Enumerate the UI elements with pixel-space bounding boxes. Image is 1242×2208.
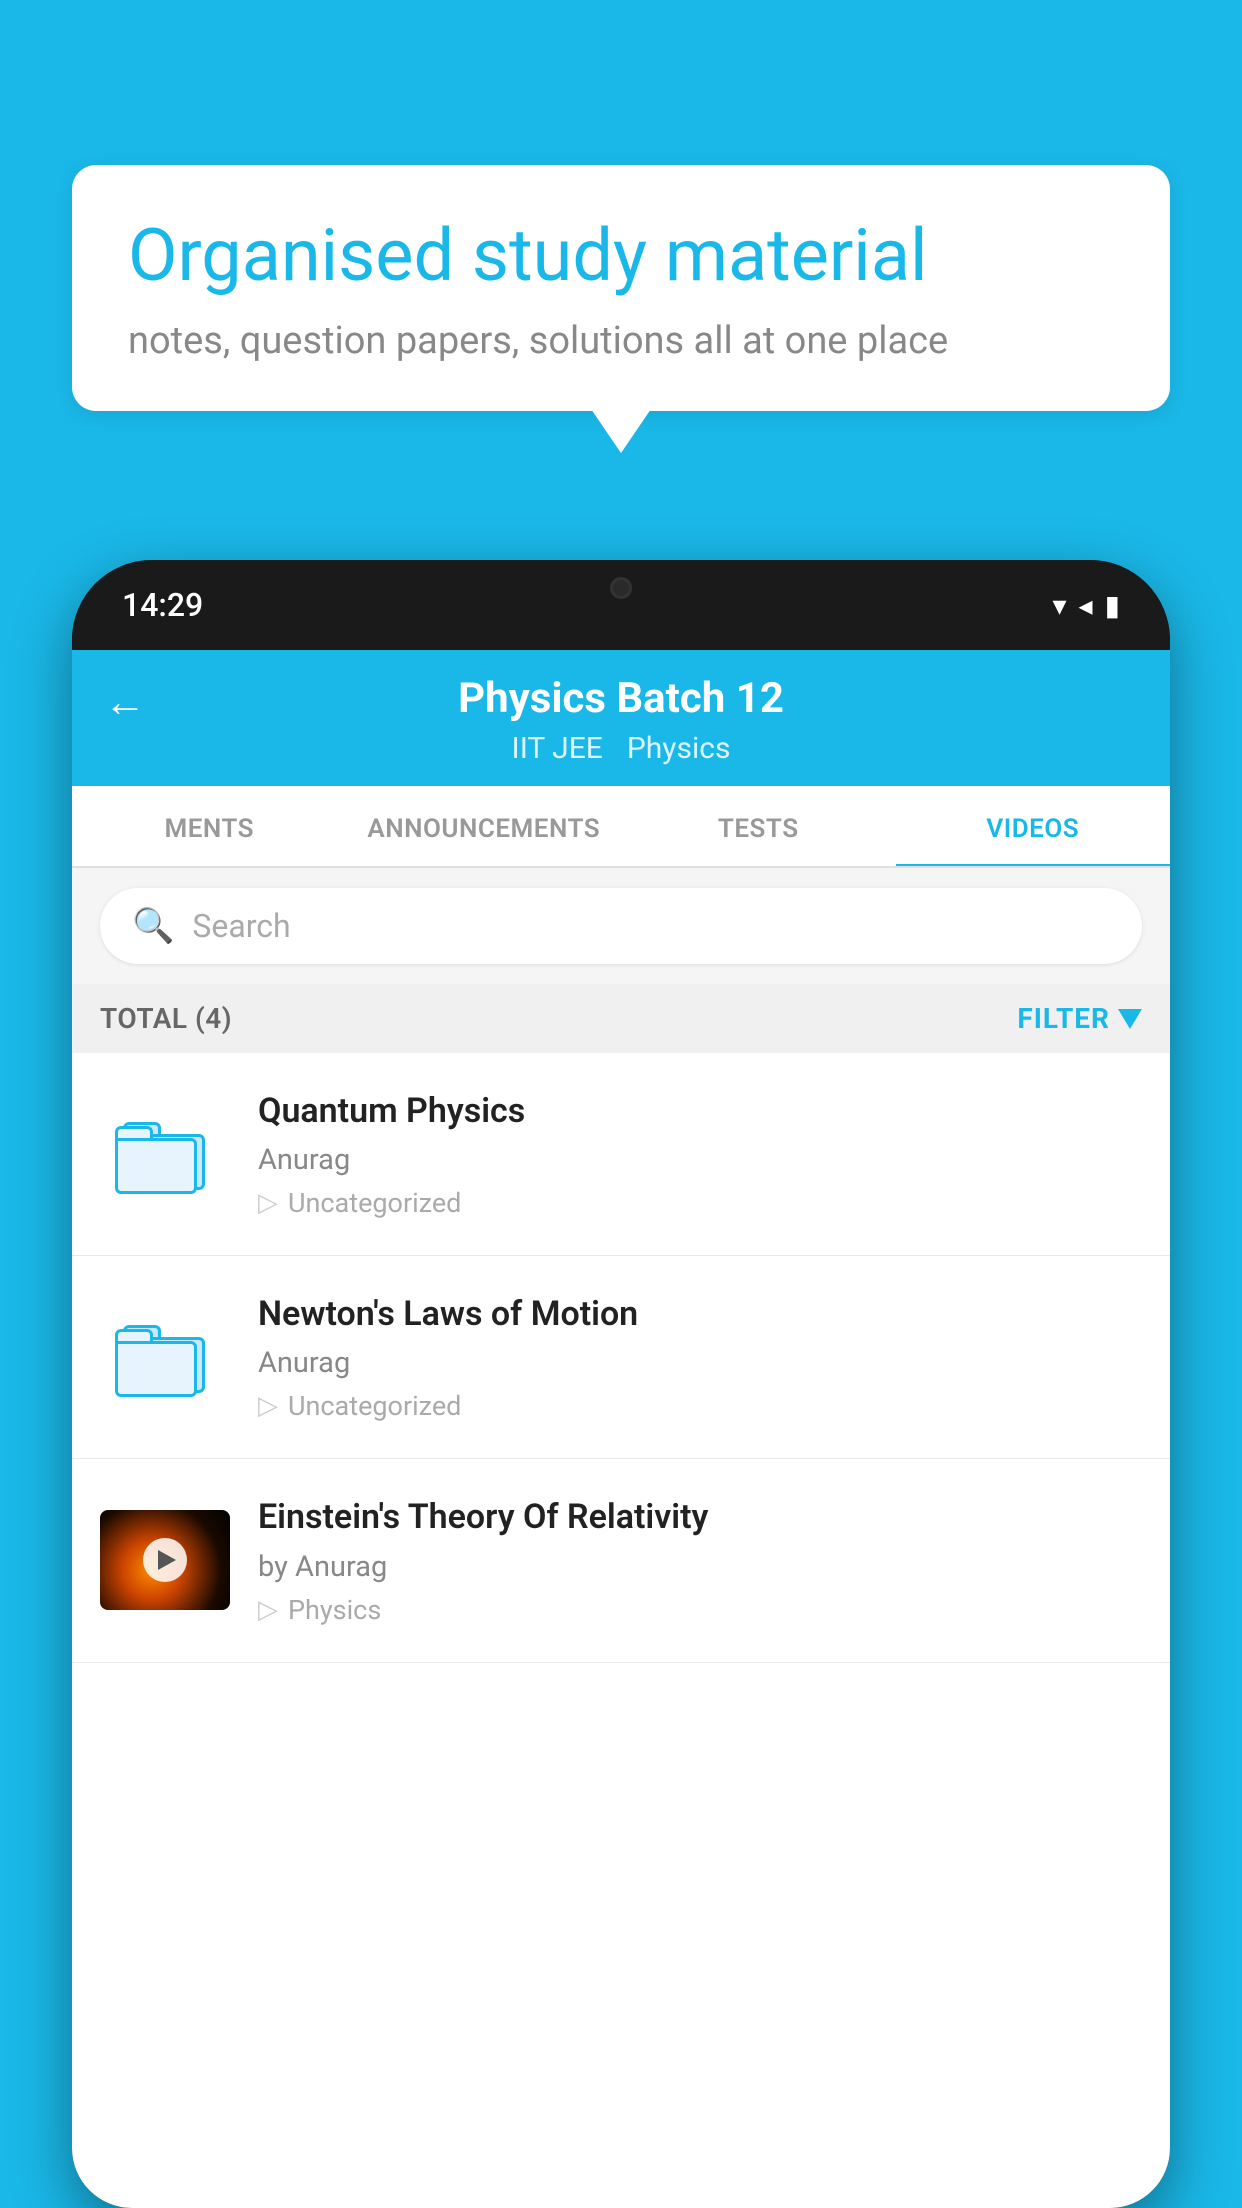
tag-physics: Physics (627, 731, 731, 766)
video-list: Quantum Physics Anurag ▷ Uncategorized (72, 1053, 1170, 1663)
video-category: Uncategorized (288, 1390, 461, 1422)
search-placeholder: Search (192, 907, 290, 945)
signal-icon: ◂ (1079, 589, 1093, 622)
list-item[interactable]: Einstein's Theory Of Relativity by Anura… (72, 1459, 1170, 1662)
video-title: Einstein's Theory Of Relativity (258, 1495, 1142, 1539)
tab-videos[interactable]: VIDEOS (896, 786, 1171, 866)
list-item[interactable]: Quantum Physics Anurag ▷ Uncategorized (72, 1053, 1170, 1256)
video-thumbnail (100, 1510, 230, 1610)
video-tag-row: ▷ Uncategorized (258, 1187, 1142, 1219)
tab-tests[interactable]: TESTS (621, 786, 896, 866)
filter-label: FILTER (1017, 1002, 1110, 1035)
tag-icon: ▷ (258, 1595, 278, 1625)
bubble-title: Organised study material (128, 213, 1114, 299)
search-bar[interactable]: 🔍 Search (100, 888, 1142, 964)
tab-announcements[interactable]: ANNOUNCEMENTS (347, 786, 622, 866)
play-button[interactable] (143, 1538, 187, 1582)
folder-icon-wrapper (100, 1114, 230, 1194)
filter-button[interactable]: FILTER (1017, 1002, 1142, 1035)
phone-camera (610, 577, 632, 599)
folder-icon-wrapper (100, 1317, 230, 1397)
phone-notch (541, 560, 701, 615)
play-icon (158, 1550, 176, 1570)
tag-icon: ▷ (258, 1391, 278, 1421)
folder-icon (115, 1317, 215, 1397)
phone-screen: ← Physics Batch 12 IIT JEE Physics MENTS… (72, 650, 1170, 2208)
battery-icon: ▮ (1105, 589, 1120, 622)
video-title: Quantum Physics (258, 1089, 1142, 1133)
status-icons: ▾ ◂ ▮ (1052, 589, 1120, 622)
filter-bar: TOTAL (4) FILTER (72, 984, 1170, 1053)
tag-icon: ▷ (258, 1188, 278, 1218)
search-icon: 🔍 (132, 906, 174, 946)
bubble-subtitle: notes, question papers, solutions all at… (128, 319, 1114, 363)
folder-front (115, 1341, 197, 1397)
status-bar: 14:29 ▾ ◂ ▮ (72, 560, 1170, 650)
tag-iit-jee: IIT JEE (512, 731, 603, 766)
folder-icon (115, 1114, 215, 1194)
status-time: 14:29 (122, 586, 203, 624)
video-author: Anurag (258, 1143, 1142, 1177)
filter-icon (1118, 1009, 1142, 1029)
video-info: Newton's Laws of Motion Anurag ▷ Uncateg… (258, 1292, 1142, 1422)
video-author: by Anurag (258, 1550, 1142, 1584)
app-header: ← Physics Batch 12 IIT JEE Physics (72, 650, 1170, 786)
tab-ments[interactable]: MENTS (72, 786, 347, 866)
back-button[interactable]: ← (104, 678, 146, 727)
video-author: Anurag (258, 1346, 1142, 1380)
header-tags: IIT JEE Physics (512, 731, 731, 766)
video-tag-row: ▷ Uncategorized (258, 1390, 1142, 1422)
video-category: Physics (288, 1594, 381, 1626)
speech-bubble: Organised study material notes, question… (72, 165, 1170, 411)
video-title: Newton's Laws of Motion (258, 1292, 1142, 1336)
wifi-icon: ▾ (1052, 589, 1066, 622)
tab-bar: MENTS ANNOUNCEMENTS TESTS VIDEOS (72, 786, 1170, 868)
list-item[interactable]: Newton's Laws of Motion Anurag ▷ Uncateg… (72, 1256, 1170, 1459)
video-tag-row: ▷ Physics (258, 1594, 1142, 1626)
video-info: Quantum Physics Anurag ▷ Uncategorized (258, 1089, 1142, 1219)
video-info: Einstein's Theory Of Relativity by Anura… (258, 1495, 1142, 1625)
total-count: TOTAL (4) (100, 1002, 232, 1035)
search-bar-container: 🔍 Search (72, 868, 1170, 984)
batch-title: Physics Batch 12 (458, 674, 784, 723)
phone-frame: 14:29 ▾ ◂ ▮ ← Physics Batch 12 IIT JEE P… (72, 560, 1170, 2208)
folder-front (115, 1138, 197, 1194)
video-category: Uncategorized (288, 1187, 461, 1219)
